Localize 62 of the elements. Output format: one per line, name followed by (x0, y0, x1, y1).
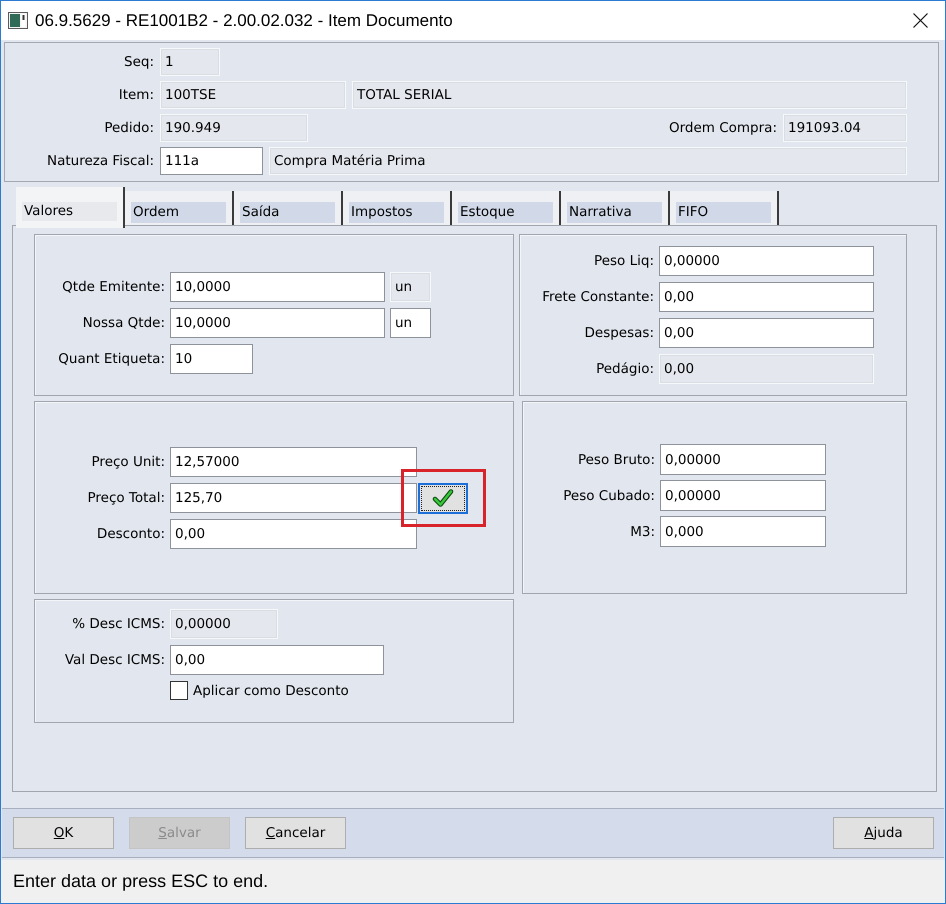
tab[interactable]: Saída (234, 191, 343, 225)
tab[interactable]: Impostos (343, 191, 452, 225)
field-label: Peso Liq: (593, 253, 654, 269)
text-field[interactable]: un (390, 308, 431, 338)
text-field[interactable]: 10,0000 (170, 272, 385, 302)
text-field[interactable]: 0,00 (170, 519, 417, 549)
field-label: Seq: (123, 54, 154, 70)
readonly-field: TOTAL SERIAL (352, 81, 907, 109)
field-label: Qtde Emitente: (61, 279, 165, 295)
tab[interactable]: Estoque (452, 191, 561, 225)
field-label: Pedido: (103, 120, 154, 136)
field-label: Nossa Qtde: (82, 315, 165, 331)
help-button[interactable]: Ajuda (833, 817, 934, 849)
tab[interactable]: FIFO (670, 191, 779, 225)
field-label: Peso Cubado: (562, 488, 655, 504)
field-label: Pedágio: (595, 361, 654, 377)
text-field[interactable]: 0,000 (660, 516, 826, 547)
field-label: Preço Total: (86, 490, 165, 506)
field-label: Quant Etiqueta: (57, 351, 165, 367)
field-label: % Desc ICMS: (71, 616, 165, 632)
readonly-field: 0,00000 (170, 609, 278, 639)
confirm-button[interactable] (418, 482, 468, 514)
text-field[interactable]: 0,00000 (659, 246, 874, 276)
cancel-button[interactable]: Cancelar (245, 817, 346, 849)
readonly-field: 1 (160, 48, 220, 76)
checkbox-label[interactable]: Aplicar como Desconto (193, 682, 349, 698)
text-field[interactable]: 0,00000 (660, 480, 826, 511)
tab[interactable]: Valores (16, 187, 125, 228)
readonly-field: un (390, 272, 431, 302)
field-label: Desconto: (96, 526, 165, 542)
field-label: M3: (629, 524, 655, 540)
field-label: Val Desc ICMS: (64, 652, 165, 668)
status-text: Enter data or press ESC to end. (13, 871, 268, 892)
check-icon (432, 489, 454, 507)
field-label: Item: (118, 87, 154, 103)
tab[interactable]: Narrativa (561, 191, 670, 225)
ok-button[interactable]: OK (13, 817, 114, 849)
tab[interactable]: Ordem (125, 191, 234, 225)
close-icon (912, 13, 928, 28)
readonly-field: 190.949 (160, 114, 308, 142)
field-label: Ordem Compra: (668, 120, 777, 136)
text-field[interactable]: 10 (170, 344, 253, 374)
text-field[interactable]: 0,00 (659, 282, 874, 312)
field-label: Peso Bruto: (576, 452, 655, 468)
field-label: Natureza Fiscal: (46, 153, 154, 169)
checkbox[interactable] (170, 681, 188, 700)
field-label: Despesas: (584, 325, 654, 341)
text-field[interactable]: 10,0000 (170, 308, 385, 338)
text-field[interactable]: 0,00 (170, 645, 384, 675)
field-label: Frete Constante: (541, 289, 654, 305)
window-title: 06.9.5629 - RE1001B2 - 2.00.02.032 - Item Documento (35, 10, 453, 30)
text-field[interactable]: 0,00000 (660, 444, 826, 475)
readonly-field: Compra Matéria Prima (269, 147, 907, 175)
readonly-field: 100TSE (160, 81, 346, 109)
app-window-icon (8, 12, 28, 29)
text-field[interactable]: 12,57000 (170, 447, 417, 477)
field-label: Preço Unit: (90, 454, 165, 470)
readonly-field: 0,00 (659, 354, 874, 384)
readonly-field: 191093.04 (783, 114, 907, 142)
text-field[interactable]: 125,70 (170, 483, 417, 513)
text-field[interactable]: 111a (160, 147, 263, 175)
text-field[interactable]: 0,00 (659, 318, 874, 348)
